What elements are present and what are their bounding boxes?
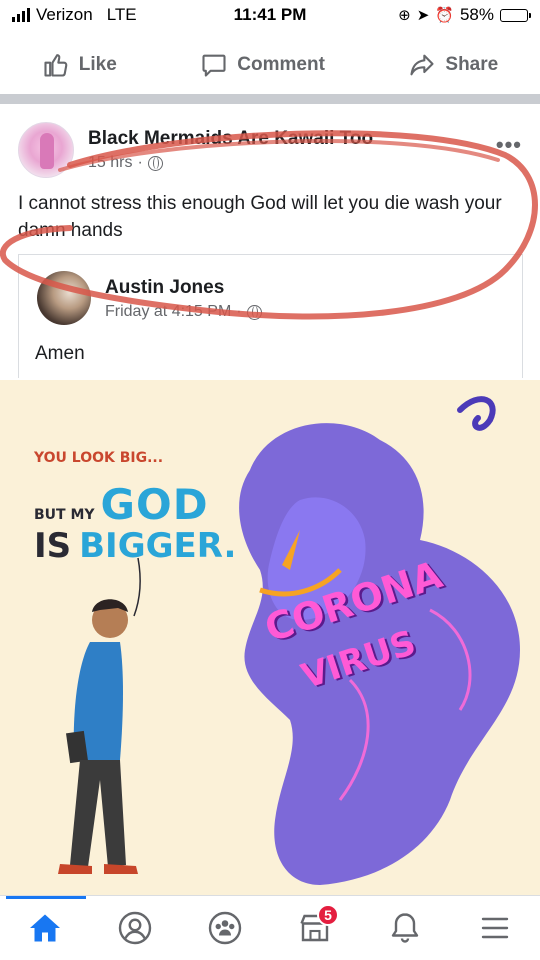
tab-profile[interactable] xyxy=(105,898,165,958)
thumbs-up-icon xyxy=(44,54,68,77)
share-button[interactable]: Share xyxy=(408,51,498,79)
shared-post-timestamp[interactable]: Friday at 4:15 PM xyxy=(105,303,231,321)
comment-button[interactable]: Comment xyxy=(200,51,325,79)
illustration-caption-line1: YOU LOOK BIG... xyxy=(34,450,164,466)
facebook-post-screen: Verizon LTE 11:41 PM ⊕ ➤ ⏰ 58% Like Comm… xyxy=(0,0,540,960)
section-divider xyxy=(0,94,540,104)
alarm-icon: ⏰ xyxy=(435,7,454,24)
comment-label: Comment xyxy=(237,54,325,75)
illustration-caption-line2: BUT MY GOD xyxy=(34,480,209,529)
bottom-tab-bar: 5 xyxy=(0,895,540,960)
home-icon xyxy=(30,914,60,942)
caption-is: IS xyxy=(34,526,72,566)
post-timestamp[interactable]: 15 hrs xyxy=(88,154,132,172)
page-avatar[interactable] xyxy=(18,122,74,178)
caption-bigger: BIGGER. xyxy=(79,526,237,566)
illustration-caption-line3: IS BIGGER. xyxy=(34,526,236,566)
tab-notifications[interactable] xyxy=(375,898,435,958)
post-author-name[interactable]: Black Mermaids Are Kawaii Too xyxy=(88,128,373,150)
caption-god: GOD xyxy=(100,480,209,529)
post-action-bar: Like Comment Share xyxy=(0,38,540,92)
shared-post-text: Amen xyxy=(35,343,85,364)
bell-icon xyxy=(391,913,419,943)
globe-icon xyxy=(147,155,163,171)
shared-post-card[interactable]: Austin Jones Friday at 4:15 PM · Amen xyxy=(18,254,523,378)
shared-post-meta: Friday at 4:15 PM · xyxy=(105,303,262,321)
tab-marketplace[interactable]: 5 xyxy=(285,898,345,958)
caption-but-my: BUT MY xyxy=(34,507,95,523)
like-label: Like xyxy=(78,54,117,75)
battery-icon xyxy=(500,8,531,22)
shared-author-name[interactable]: Austin Jones xyxy=(105,277,224,299)
tab-groups[interactable] xyxy=(195,898,255,958)
post-meta: 15 hrs · xyxy=(88,154,163,172)
status-bar: Verizon LTE 11:41 PM ⊕ ➤ ⏰ 58% xyxy=(0,0,540,32)
rotation-lock-icon: ⊕ xyxy=(398,7,411,24)
share-arrow-icon xyxy=(410,54,434,76)
groups-icon xyxy=(208,911,242,945)
post-body-text: I cannot stress this enough God will let… xyxy=(18,193,502,241)
globe-icon xyxy=(246,304,262,320)
post-header: Black Mermaids Are Kawaii Too 15 hrs · •… xyxy=(0,112,540,182)
share-label: Share xyxy=(445,54,499,75)
notification-badge: 5 xyxy=(317,904,339,926)
more-options-icon[interactable]: ••• xyxy=(496,132,522,158)
tab-menu[interactable] xyxy=(465,898,525,958)
comment-icon xyxy=(202,54,226,77)
like-button[interactable]: Like xyxy=(42,51,117,79)
tab-home[interactable] xyxy=(15,898,75,958)
shared-author-avatar[interactable] xyxy=(37,271,91,325)
profile-icon xyxy=(118,911,152,945)
battery-percent: 58% xyxy=(459,5,494,24)
status-right: ⊕ ➤ ⏰ 58% xyxy=(398,5,531,25)
hamburger-menu-icon xyxy=(481,917,509,939)
location-icon: ➤ xyxy=(416,7,430,24)
